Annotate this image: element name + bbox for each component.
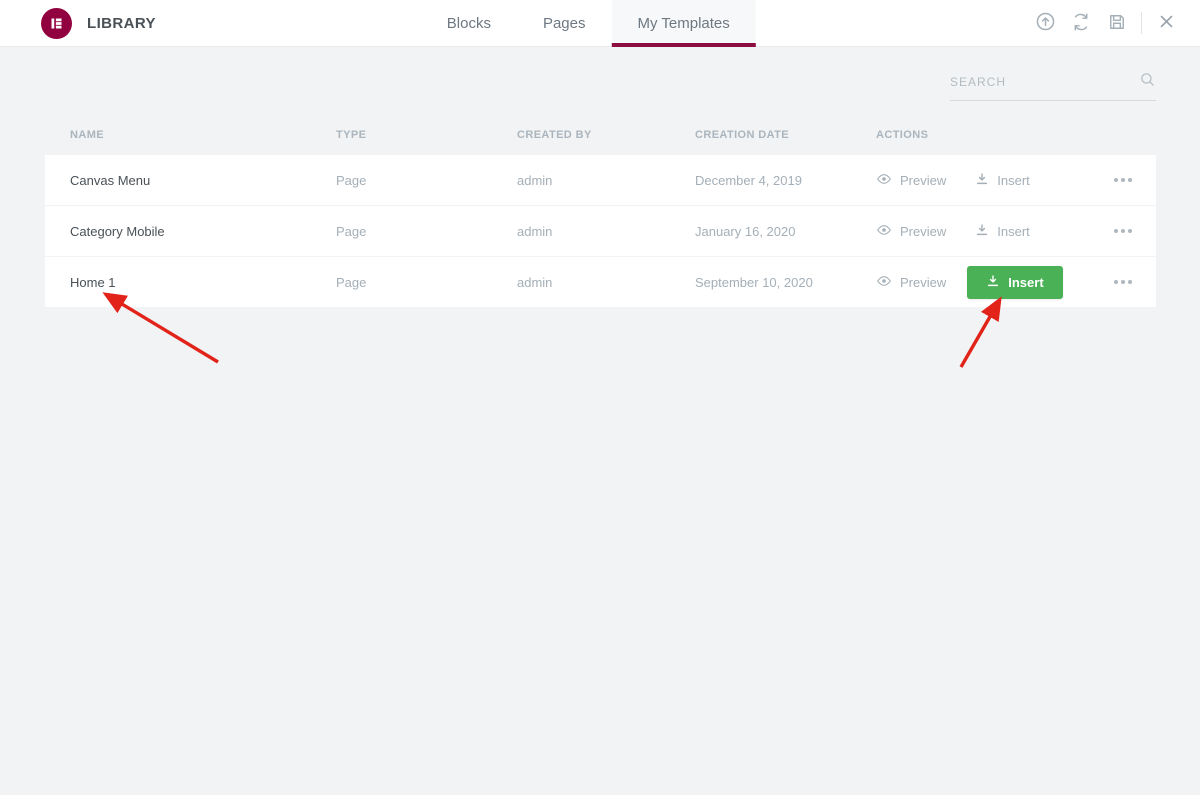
elementor-logo-icon (41, 8, 72, 39)
download-icon (975, 172, 989, 189)
header-toolbar (1027, 5, 1200, 41)
template-creation-date: January 16, 2020 (695, 224, 876, 239)
column-header-name: Name (45, 129, 336, 141)
tab-blocks[interactable]: Blocks (421, 0, 517, 46)
import-template-button[interactable] (1027, 5, 1063, 41)
table-row: Canvas Menu Page admin December 4, 2019 … (45, 155, 1156, 205)
table-body: Canvas Menu Page admin December 4, 2019 … (45, 155, 1156, 307)
template-created-by: admin (517, 275, 695, 290)
sync-library-button[interactable] (1063, 5, 1099, 41)
table-row: Category Mobile Page admin January 16, 2… (45, 206, 1156, 256)
more-actions-button[interactable] (1112, 223, 1134, 239)
preview-button[interactable]: Preview (876, 171, 946, 190)
template-type: Page (336, 275, 517, 290)
template-created-by: admin (517, 173, 695, 188)
template-name: Category Mobile (45, 224, 336, 239)
magnifier-icon (1139, 71, 1156, 93)
brand: LIBRARY (0, 8, 156, 39)
library-header: LIBRARY Blocks Pages My Templates (0, 0, 1200, 47)
template-name: Canvas Menu (45, 173, 336, 188)
eye-icon (876, 273, 892, 292)
more-actions-button[interactable] (1112, 172, 1134, 188)
close-icon (1158, 13, 1175, 33)
tab-pages[interactable]: Pages (517, 0, 612, 46)
library-content: Name Type Created By Creation Date Actio… (0, 47, 1200, 307)
preview-button[interactable]: Preview (876, 222, 946, 241)
download-icon (986, 274, 1000, 291)
floppy-disk-icon (1107, 12, 1127, 35)
table-row: Home 1 Page admin September 10, 2020 Pre… (45, 257, 1156, 307)
template-type: Page (336, 224, 517, 239)
insert-button[interactable]: Insert (967, 266, 1062, 299)
search-box (950, 73, 1156, 101)
annotation-arrow-insert (961, 301, 999, 367)
column-header-actions: Actions (876, 129, 1156, 141)
eye-icon (876, 222, 892, 241)
more-actions-button[interactable] (1112, 274, 1134, 290)
column-header-creation-date: Creation Date (695, 129, 876, 141)
ellipsis-icon (1114, 178, 1118, 182)
template-created-by: admin (517, 224, 695, 239)
close-library-button[interactable] (1148, 5, 1184, 41)
insert-button[interactable]: Insert (975, 172, 1030, 189)
template-type: Page (336, 173, 517, 188)
sync-icon (1071, 12, 1091, 35)
insert-button[interactable]: Insert (975, 223, 1030, 240)
ellipsis-icon (1114, 229, 1118, 233)
download-icon (975, 223, 989, 240)
save-template-button[interactable] (1099, 5, 1135, 41)
preview-button[interactable]: Preview (876, 273, 946, 292)
arrow-up-circle-icon (1035, 11, 1056, 35)
template-creation-date: September 10, 2020 (695, 275, 876, 290)
eye-icon (876, 171, 892, 190)
table-header-row: Name Type Created By Creation Date Actio… (45, 114, 1156, 155)
library-tabs: Blocks Pages My Templates (421, 0, 756, 46)
template-creation-date: December 4, 2019 (695, 173, 876, 188)
column-header-type: Type (336, 129, 517, 141)
template-name: Home 1 (45, 275, 336, 290)
tab-my-templates[interactable]: My Templates (612, 0, 756, 46)
search-input[interactable] (950, 75, 1156, 89)
page-title: LIBRARY (87, 15, 156, 32)
column-header-created-by: Created By (517, 129, 695, 141)
ellipsis-icon (1114, 280, 1118, 284)
toolbar-divider (1141, 12, 1142, 34)
templates-table: Name Type Created By Creation Date Actio… (45, 114, 1156, 307)
